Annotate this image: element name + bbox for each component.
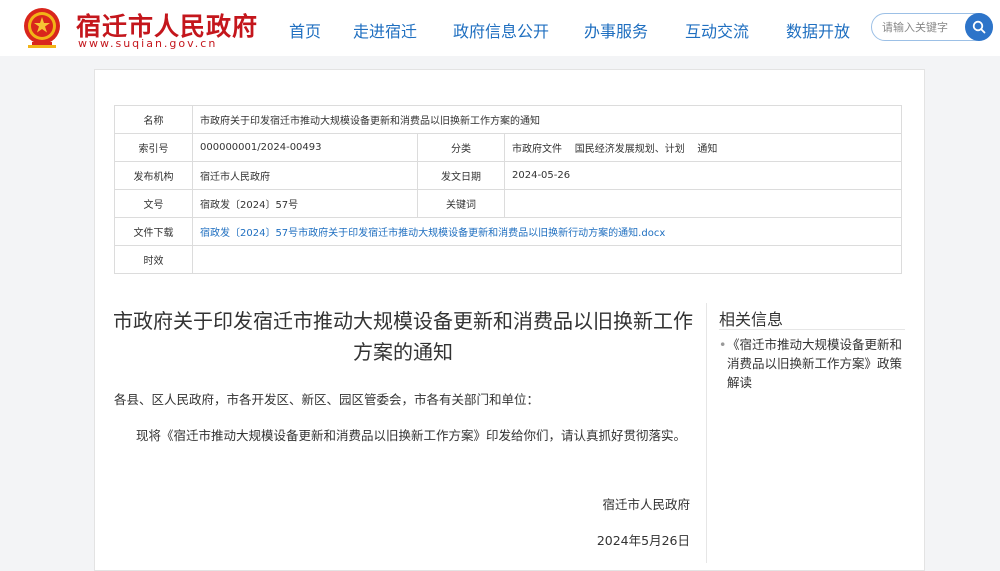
- site-header: 宿迁市人民政府 www.suqian.gov.cn 首页 走进宿迁 政府信息公开…: [0, 0, 1000, 56]
- meta-label-name: 名称: [114, 105, 193, 134]
- meta-label-docno: 文号: [114, 189, 193, 218]
- article-signature: 宿迁市人民政府: [602, 497, 690, 512]
- meta-row-validity: 时效: [114, 245, 902, 274]
- nav-item-services[interactable]: 办事服务: [584, 18, 648, 42]
- meta-value-docno: 宿政发〔2024〕57号: [192, 189, 418, 218]
- related-info-title: 相关信息: [719, 310, 784, 329]
- related-info-link-text[interactable]: 《宿迁市推动大规模设备更新和消费品以旧换新工作方案》政策解读: [727, 337, 902, 390]
- search-icon: [972, 20, 986, 34]
- meta-row-docno: 文号 宿政发〔2024〕57号 关键词: [114, 189, 902, 218]
- meta-value-date: 2024-05-26: [504, 161, 902, 190]
- bullet-icon: •: [719, 337, 727, 352]
- meta-value-org: 宿迁市人民政府: [192, 161, 418, 190]
- search-input[interactable]: [882, 18, 964, 36]
- meta-label-validity: 时效: [114, 245, 193, 274]
- related-info-link[interactable]: • 《宿迁市推动大规模设备更新和消费品以旧换新工作方案》政策解读: [719, 335, 909, 392]
- article-body: 现将《宿迁市推动大规模设备更新和消费品以旧换新工作方案》印发给你们，请认真抓好贯…: [136, 428, 687, 443]
- meta-value-validity: [192, 245, 902, 274]
- search-box: [871, 13, 993, 41]
- meta-value-download: 宿政发〔2024〕57号市政府关于印发宿迁市推动大规模设备更新和消费品以旧换新行…: [192, 217, 902, 246]
- nav-item-interaction[interactable]: 互动交流: [685, 18, 749, 42]
- article-title: 市政府关于印发宿迁市推动大规模设备更新和消费品以旧换新工作方案的通知: [113, 309, 693, 364]
- nav-item-home[interactable]: 首页: [289, 18, 321, 42]
- meta-row-org: 发布机构 宿迁市人民政府 发文日期 2024-05-26: [114, 161, 902, 190]
- meta-value-name: 市政府关于印发宿迁市推动大规模设备更新和消费品以旧换新工作方案的通知: [192, 105, 902, 134]
- related-info-divider: [719, 329, 905, 330]
- meta-label-download: 文件下载: [114, 217, 193, 246]
- national-emblem-icon: [24, 8, 60, 48]
- column-divider: [706, 303, 707, 563]
- meta-label-category: 分类: [417, 133, 505, 162]
- meta-value-category: 市政府文件 国民经济发展规划、计划 通知: [504, 133, 902, 162]
- meta-label-date: 发文日期: [417, 161, 505, 190]
- article-salutation: 各县、区人民政府，市各开发区、新区、园区管委会，市各有关部门和单位：: [114, 392, 540, 407]
- meta-label-keyword: 关键词: [417, 189, 505, 218]
- nav-item-gov-info[interactable]: 政府信息公开: [453, 18, 549, 42]
- meta-value-keyword: [504, 189, 902, 218]
- file-download-link[interactable]: 宿政发〔2024〕57号市政府关于印发宿迁市推动大规模设备更新和消费品以旧换新行…: [200, 228, 665, 239]
- search-button[interactable]: [965, 13, 993, 41]
- site-url: www.suqian.gov.cn: [78, 37, 218, 50]
- meta-row-name: 名称 市政府关于印发宿迁市推动大规模设备更新和消费品以旧换新工作方案的通知: [114, 105, 902, 134]
- meta-label-index: 索引号: [114, 133, 193, 162]
- meta-label-org: 发布机构: [114, 161, 193, 190]
- meta-row-index: 索引号 000000001/2024-00493 分类 市政府文件 国民经济发展…: [114, 133, 902, 162]
- nav-item-open-data[interactable]: 数据开放: [786, 18, 850, 42]
- document-meta-table: 名称 市政府关于印发宿迁市推动大规模设备更新和消费品以旧换新工作方案的通知 索引…: [114, 105, 902, 274]
- article-date: 2024年5月26日: [596, 533, 690, 548]
- meta-row-download: 文件下载 宿政发〔2024〕57号市政府关于印发宿迁市推动大规模设备更新和消费品…: [114, 217, 902, 246]
- meta-value-index: 000000001/2024-00493: [192, 133, 418, 162]
- nav-item-about[interactable]: 走进宿迁: [353, 18, 417, 42]
